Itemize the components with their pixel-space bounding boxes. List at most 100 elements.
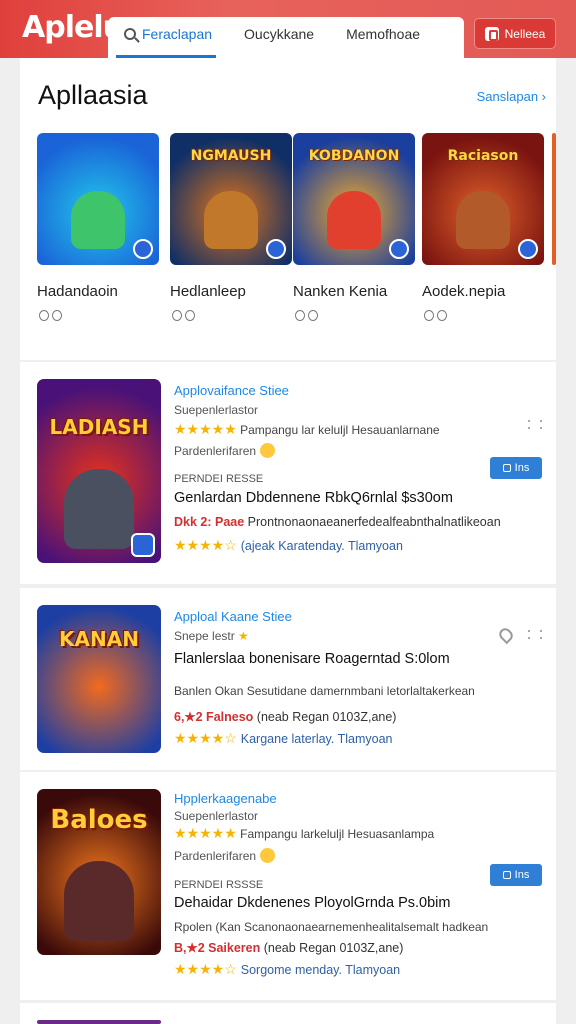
badge-icon bbox=[133, 239, 153, 259]
tag-label: PERNDEI RSSSE bbox=[174, 879, 264, 891]
game-art-title: LADIASH bbox=[49, 415, 149, 439]
offer-line: B,★2 Saikeren (neab Regan 0103Z,ane) bbox=[174, 940, 403, 955]
game-character-art bbox=[64, 469, 134, 549]
install-label: Ins bbox=[514, 462, 530, 474]
app-name[interactable]: Applovaifance Stiee bbox=[174, 383, 289, 398]
game-character-art bbox=[204, 191, 258, 249]
section-title: Apllaasia bbox=[38, 80, 148, 110]
sub-text-label: Pardenlerifaren bbox=[174, 444, 257, 458]
offer-label: B,★2 Saikeren bbox=[174, 941, 261, 955]
chat-icon bbox=[185, 310, 195, 321]
footer-text: Kargane laterlay. Tlamyoan bbox=[240, 732, 393, 746]
smile-icon bbox=[260, 848, 276, 863]
sub-text: Banlen Okan Sesutidane damernmbani letor… bbox=[174, 684, 475, 698]
footer-text: (ajeak Karatenday. Tlamyoan bbox=[240, 539, 403, 553]
badge-icon bbox=[389, 239, 409, 259]
install-button[interactable]: Ins bbox=[490, 864, 542, 886]
app-card-1[interactable]: LADIASH Applovaifance Stiee Suepenlerlas… bbox=[20, 362, 556, 584]
game-character-art bbox=[456, 191, 510, 249]
download-icon bbox=[172, 310, 182, 321]
star-rating: ★★★★☆ bbox=[174, 961, 237, 977]
app-card-3[interactable]: Baloes Hpplerkaagenabe Suepenlerlastor ★… bbox=[20, 772, 556, 1000]
chat-icon bbox=[308, 310, 318, 321]
badge-icon bbox=[266, 239, 286, 259]
offer-line: 6,★2 Falneso (neab Regan 0103Z,ane) bbox=[174, 709, 396, 724]
featured-meta-icons bbox=[424, 310, 447, 321]
featured-tile-3[interactable]: KOBDANON bbox=[293, 133, 415, 265]
game-character-art bbox=[64, 677, 134, 739]
developer-name: Snepe lestr ★ bbox=[174, 629, 249, 643]
featured-tile-1[interactable] bbox=[37, 133, 159, 265]
offer-text: Prontnonaonaeanerfedealfeabnthalnatlikeo… bbox=[247, 515, 501, 529]
game-character-art bbox=[64, 861, 134, 941]
star-rating: ★★★★★ bbox=[174, 421, 237, 437]
offer-label: 6,★2 Falneso bbox=[174, 710, 254, 724]
pin-icon[interactable] bbox=[496, 625, 516, 645]
app-name[interactable]: Hpplerkaagenabe bbox=[174, 791, 277, 806]
offer-text: (neab Regan 0103Z,ane) bbox=[263, 941, 404, 955]
game-art-title: Raciason bbox=[447, 148, 519, 164]
more-options-icon[interactable] bbox=[528, 630, 542, 640]
developer-name: Suepenlerlastor bbox=[174, 403, 259, 417]
featured-tile-2[interactable]: NGMAUSH bbox=[170, 133, 292, 265]
app-thumbnail[interactable]: Baloes bbox=[37, 789, 161, 955]
app-card-4[interactable] bbox=[20, 1003, 556, 1024]
star-rating: ★★★★☆ bbox=[174, 537, 237, 553]
tab-oucykkane[interactable]: Oucykkane bbox=[228, 17, 330, 58]
game-character-art bbox=[71, 191, 125, 249]
tab-label: Feraclapan bbox=[142, 26, 213, 42]
sub-text: Pardenlerifaren bbox=[174, 443, 276, 458]
game-character-art bbox=[327, 191, 381, 249]
see-all-link[interactable]: Sanslapan › bbox=[477, 89, 546, 104]
top-app-bar: Aplelu Feraclapan Oucykkane Memofhoae Ne… bbox=[0, 0, 576, 58]
featured-meta-icons bbox=[172, 310, 195, 321]
featured-name: Hedlanleep bbox=[170, 283, 246, 300]
tab-feraclapan[interactable]: Feraclapan bbox=[108, 17, 228, 58]
featured-tile-overflow bbox=[552, 133, 556, 265]
sub-text-label: Pardenlerifaren bbox=[174, 849, 257, 863]
top-action-button[interactable]: Nelleea bbox=[474, 18, 556, 49]
featured-meta-icons bbox=[39, 310, 62, 321]
app-thumbnail[interactable]: KANAN bbox=[37, 605, 161, 753]
install-icon bbox=[502, 871, 511, 879]
developer-label: Snepe lestr bbox=[174, 629, 235, 643]
app-name[interactable]: Apploal Kaane Stiee bbox=[174, 609, 292, 624]
app-card-2[interactable]: KANAN Apploal Kaane Stiee Snepe lestr ★ … bbox=[20, 588, 556, 770]
search-icon bbox=[124, 28, 136, 40]
developer-name: Suepenlerlastor bbox=[174, 809, 259, 823]
install-button[interactable]: Ins bbox=[490, 457, 542, 479]
badge-icon bbox=[131, 533, 155, 557]
tab-memofhoae[interactable]: Memofhoae bbox=[330, 17, 436, 58]
featured-meta-icons bbox=[295, 310, 318, 321]
app-thumbnail[interactable]: LADIASH bbox=[37, 379, 161, 563]
app-thumbnail[interactable] bbox=[37, 1020, 161, 1024]
sub-text: Pardenlerifaren bbox=[174, 848, 276, 863]
footer-line: ★★★★☆ Sorgome menday. Tlamyoan bbox=[174, 961, 400, 978]
rating-row: ★★★★★ Pampangu lar keluljl Hesauanlarnan… bbox=[174, 421, 440, 438]
headline: Dehaidar Dkdenenes PloyolGrnda Ps.0bim bbox=[174, 895, 451, 911]
game-art-title: Baloes bbox=[50, 805, 148, 835]
game-art-title: NGMAUSH bbox=[190, 148, 272, 164]
rating-text: Pampangu lar keluljl Hesauanlarnane bbox=[240, 423, 440, 437]
more-options-icon[interactable] bbox=[528, 420, 542, 430]
game-art-title: KOBDANON bbox=[308, 148, 400, 164]
download-icon bbox=[424, 310, 434, 321]
tab-label: Oucykkane bbox=[244, 26, 315, 42]
tab-label: Memofhoae bbox=[346, 26, 421, 42]
badge-icon bbox=[518, 239, 538, 259]
detail-line: Rpolen (Kan Scanonaonaearnemenhealitalse… bbox=[174, 920, 489, 934]
download-icon bbox=[295, 310, 305, 321]
headline: Flanlerslaa bonenisare Roagerntad S:0lom bbox=[174, 651, 450, 667]
featured-tile-4[interactable]: Raciason bbox=[422, 133, 544, 265]
install-label: Ins bbox=[514, 869, 530, 881]
footer-line: ★★★★☆ (ajeak Karatenday. Tlamyoan bbox=[174, 537, 403, 554]
smile-icon bbox=[260, 443, 276, 458]
featured-name: Nanken Kenia bbox=[293, 283, 388, 300]
install-icon bbox=[502, 464, 511, 472]
rating-row: ★★★★★ Fampangu larkeluljl Hesuasanlampa bbox=[174, 825, 434, 842]
top-action-label: Nelleea bbox=[504, 26, 546, 41]
chat-icon bbox=[437, 310, 447, 321]
headline: Genlardan Dbdennene RbkQ6rnlal $s30om bbox=[174, 490, 453, 506]
star-rating: ★★★★☆ bbox=[174, 730, 237, 746]
tab-bar: Feraclapan Oucykkane Memofhoae bbox=[108, 17, 464, 58]
